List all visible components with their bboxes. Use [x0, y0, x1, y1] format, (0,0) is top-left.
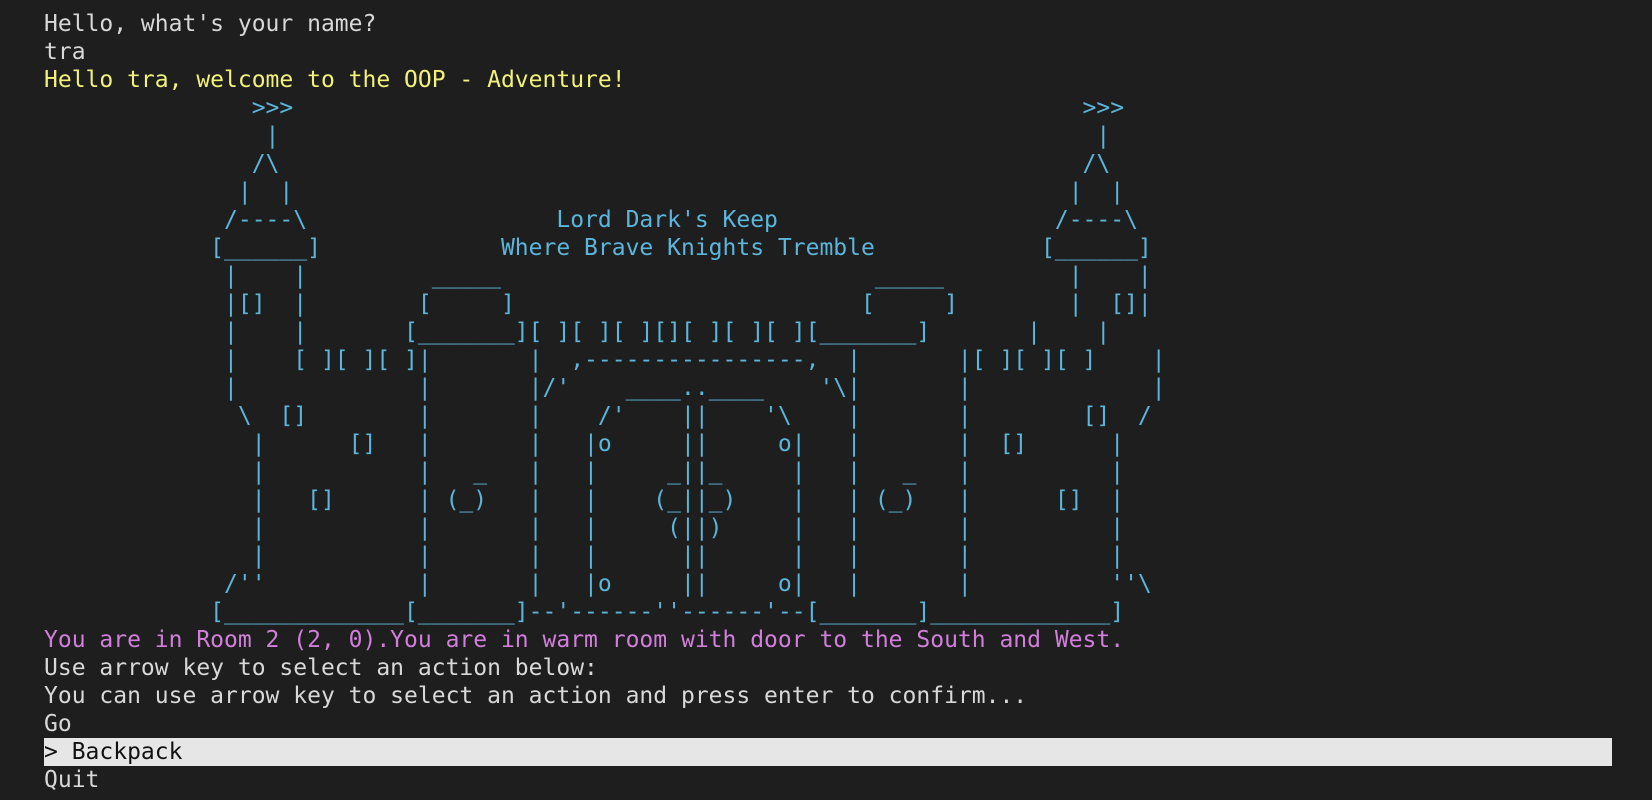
name-prompt: Hello, what's your name?	[44, 11, 377, 37]
instruction-select: Use arrow key to select an action below:	[44, 655, 598, 681]
terminal-window: Hello, what's your name? tra Hello tra, …	[0, 0, 1652, 800]
user-name-input: tra	[44, 39, 86, 65]
menu-item-quit[interactable]: Quit	[44, 766, 1652, 794]
castle-ascii-art: >>> >>> | | /\ /\ | | | | /----\ Lord Da…	[210, 95, 1166, 625]
action-menu: Go > Backpack Quit	[44, 710, 1652, 794]
welcome-message: Hello tra, welcome to the OOP - Adventur…	[44, 67, 626, 93]
menu-item-backpack[interactable]: > Backpack	[44, 738, 1612, 766]
menu-item-go[interactable]: Go	[44, 710, 1652, 738]
room-status: You are in Room 2 (2, 0).You are in warm…	[44, 627, 1125, 653]
instruction-confirm: You can use arrow key to select an actio…	[44, 683, 1028, 709]
